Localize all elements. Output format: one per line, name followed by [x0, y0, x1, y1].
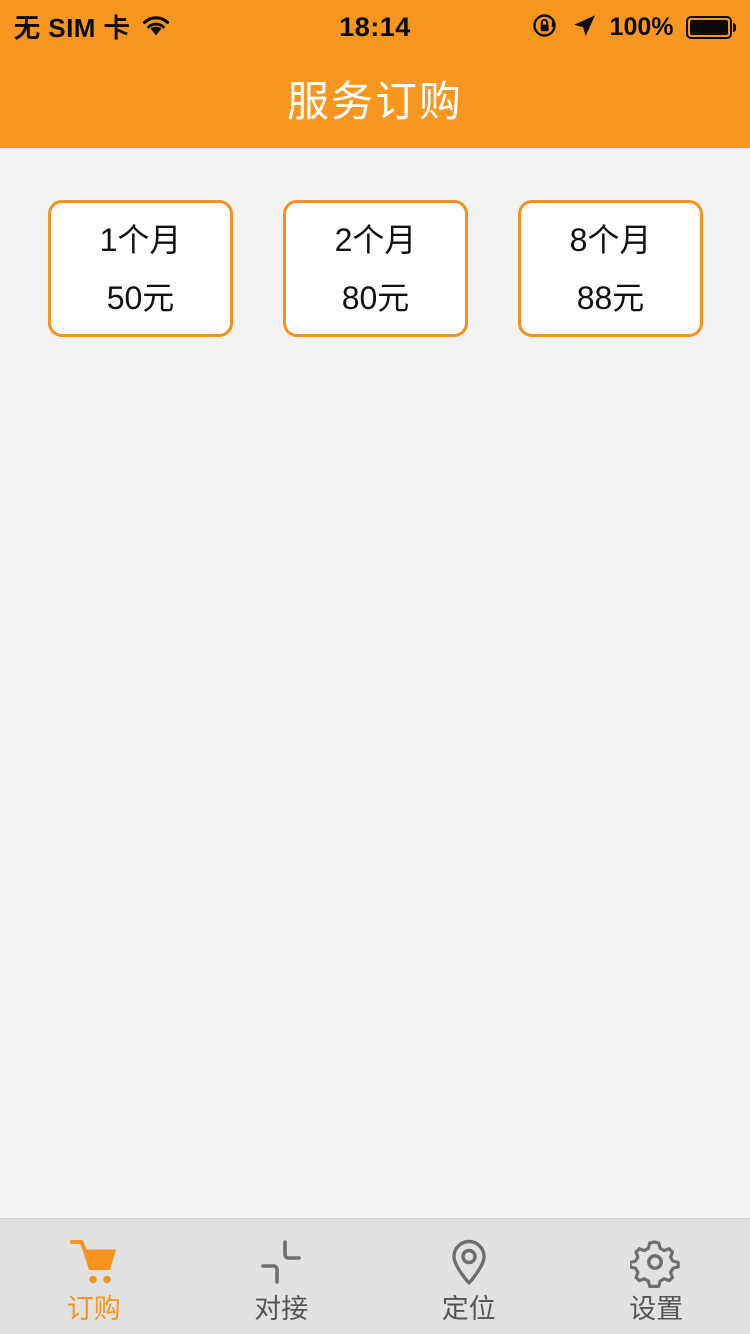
- tab-label: 对接: [254, 1294, 309, 1324]
- tab-docking-connect[interactable]: 对接: [188, 1219, 376, 1334]
- page-title: 服务订购: [286, 77, 463, 125]
- battery-percent-label: 100%: [609, 13, 674, 41]
- plan-card[interactable]: 8个月 88元: [518, 200, 703, 337]
- tab-map-pin[interactable]: 定位: [375, 1219, 563, 1334]
- map-pin-icon: [441, 1234, 497, 1290]
- battery-full-icon: [685, 16, 736, 39]
- status-bar: 无 SIM 卡 18:14 100%: [0, 0, 750, 55]
- tab-label: 设置: [629, 1294, 684, 1324]
- docking-connect-icon: [253, 1234, 309, 1290]
- bottom-tab-bar: 订购 对接 定位 设置: [0, 1218, 750, 1334]
- tab-label: 定位: [441, 1294, 496, 1324]
- plan-card[interactable]: 1个月 50元: [48, 200, 233, 337]
- plan-price: 88元: [576, 279, 645, 316]
- wifi-icon: [141, 14, 171, 42]
- plan-duration: 8个月: [569, 221, 652, 258]
- plan-card[interactable]: 2个月 80元: [283, 200, 468, 337]
- plan-list: 1个月 50元 2个月 80元 8个月 88元: [48, 200, 703, 337]
- app-root: 无 SIM 卡 18:14 100% 服务订购 1个月 50元 2个月 80元 …: [0, 0, 750, 1334]
- tab-shopping-cart[interactable]: 订购: [0, 1219, 188, 1334]
- plan-duration: 2个月: [334, 221, 417, 258]
- tab-label: 订购: [66, 1294, 121, 1324]
- carrier-label: 无 SIM 卡: [14, 12, 131, 43]
- rotation-lock-icon: [532, 12, 559, 44]
- status-bar-right: 100%: [532, 12, 736, 44]
- main-content: 1个月 50元 2个月 80元 8个月 88元: [0, 148, 750, 1218]
- location-arrow-icon: [571, 12, 598, 44]
- plan-duration: 1个月: [99, 221, 182, 258]
- app-header: 服务订购: [0, 55, 750, 148]
- status-bar-clock: 18:14: [339, 12, 411, 42]
- tab-gear[interactable]: 设置: [563, 1219, 750, 1334]
- status-bar-left: 无 SIM 卡: [14, 14, 171, 42]
- plan-price: 50元: [106, 279, 175, 316]
- gear-icon: [628, 1234, 684, 1290]
- shopping-cart-icon: [66, 1234, 122, 1290]
- plan-price: 80元: [341, 279, 410, 316]
